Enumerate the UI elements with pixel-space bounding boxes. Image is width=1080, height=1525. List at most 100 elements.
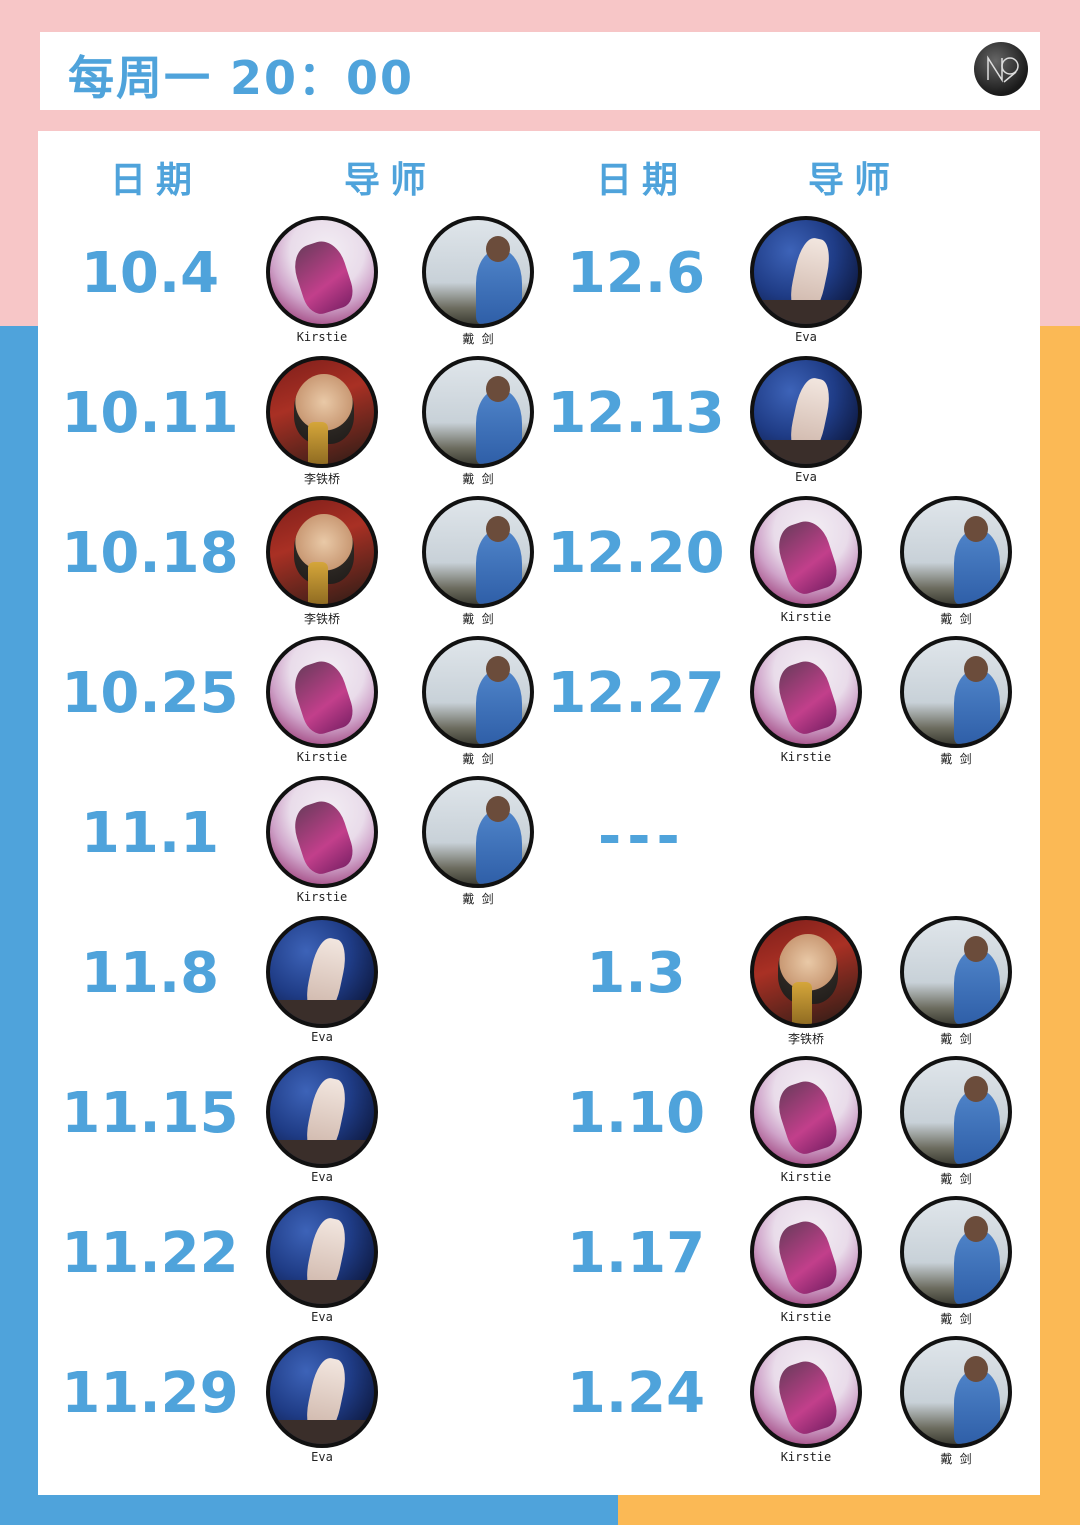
schedule-date-left: 10.18: [61, 521, 239, 586]
mentor-photo-detail: [308, 422, 328, 464]
bottom-orange-band: [618, 1495, 1080, 1525]
mentor-photo-detail: [964, 1216, 988, 1242]
mentor-photo-detail: [964, 1076, 988, 1102]
mentor-photo-detail: [308, 562, 328, 604]
mentor-avatar-eva: [750, 216, 862, 328]
mentor-avatar-eva: [266, 1336, 378, 1448]
mentor-avatar-kirstie: [750, 1056, 862, 1168]
schedule-date-left: 11.15: [61, 1081, 239, 1146]
mentor-avatar-dai-jian: [422, 636, 534, 748]
mentor-avatar-li-tieqiao: [266, 496, 378, 608]
mentor-name-label: 戴 剑: [940, 612, 972, 626]
mentor-photo-figure: [288, 795, 358, 879]
mentor-avatar-li-tieqiao: [750, 916, 862, 1028]
schedule-date-right: 1.10: [566, 1081, 706, 1146]
mentor-name-label: 戴 剑: [462, 752, 494, 766]
mentor-photo-detail: [486, 376, 510, 402]
mentor-name-label: Eva: [795, 330, 817, 344]
mentor-avatar-eva: [266, 916, 378, 1028]
mentor-avatar-dai-jian: [422, 496, 534, 608]
left-blue-band: [0, 326, 40, 1525]
mentor-name-label: Eva: [311, 1170, 333, 1184]
schedule-panel: 日期 导师 日期 导师 10.4 Kirstie 戴 剑 10.11 李铁桥戴 剑 10.…: [38, 131, 1040, 1495]
mentor-name-label: Kirstie: [780, 1310, 832, 1324]
schedule-date-left: 11.22: [61, 1221, 239, 1286]
mentor-photo-figure: [772, 1075, 842, 1159]
mentor-avatar-kirstie: [266, 216, 378, 328]
mentor-name-label: Kirstie: [780, 1170, 832, 1184]
mentor-avatar-eva: [750, 356, 862, 468]
schedule-date-right: 12.27: [547, 661, 725, 726]
mentor-photo-detail: [792, 982, 812, 1024]
mentor-name-label: Kirstie: [296, 330, 348, 344]
mentor-avatar-dai-jian: [900, 916, 1012, 1028]
header-bar: 每周一 20：00: [40, 32, 1040, 110]
mentor-photo-figure: [772, 515, 842, 599]
mentor-avatar-kirstie: [266, 776, 378, 888]
mentor-avatar-dai-jian: [900, 1196, 1012, 1308]
mentor-name-label: 戴 剑: [940, 1172, 972, 1186]
mentor-photo-detail: [964, 936, 988, 962]
bottom-blue-band: [0, 1495, 618, 1525]
mentor-avatar-dai-jian: [900, 496, 1012, 608]
mentor-name-label: Eva: [795, 470, 817, 484]
mentor-name-label: 戴 剑: [462, 612, 494, 626]
schedule-date-right: 12.6: [566, 241, 706, 306]
schedule-date-right: 1.3: [586, 941, 686, 1006]
mentor-avatar-eva: [266, 1056, 378, 1168]
mentor-column-header-right: 导师: [808, 160, 901, 201]
schedule-date-right: ---: [598, 804, 686, 869]
mentor-avatar-kirstie: [750, 496, 862, 608]
schedule-date-left: 11.1: [80, 801, 220, 866]
mentor-name-label: 戴 剑: [940, 752, 972, 766]
mentor-avatar-eva: [266, 1196, 378, 1308]
mentor-name-label: Kirstie: [296, 890, 348, 904]
schedule-date-right: 12.20: [547, 521, 725, 586]
mentor-avatar-kirstie: [266, 636, 378, 748]
mentor-photo-detail: [754, 300, 858, 324]
mentor-name-label: 戴 剑: [940, 1452, 972, 1466]
mentor-photo-figure: [772, 1215, 842, 1299]
mentor-name-label: Eva: [311, 1450, 333, 1464]
mentor-avatar-dai-jian: [422, 776, 534, 888]
mentor-name-label: Eva: [311, 1310, 333, 1324]
page-title: 每周一 20：00: [68, 51, 415, 105]
mentor-name-label: 戴 剑: [462, 332, 494, 346]
mentor-photo-detail: [486, 516, 510, 542]
schedule-date-left: 10.11: [61, 381, 239, 446]
mentor-name-label: Kirstie: [780, 750, 832, 764]
mentor-photo-detail: [270, 1280, 374, 1304]
mentor-avatar-dai-jian: [900, 1056, 1012, 1168]
mentor-name-label: 戴 剑: [462, 892, 494, 906]
mentor-photo-detail: [486, 236, 510, 262]
mentor-photo-detail: [964, 1356, 988, 1382]
mentor-photo-figure: [288, 235, 358, 319]
mentor-name-label: 李铁桥: [303, 472, 340, 486]
mentor-photo-detail: [964, 516, 988, 542]
mentor-name-label: Kirstie: [780, 610, 832, 624]
mentor-photo-detail: [270, 1420, 374, 1444]
mentor-photo-detail: [486, 656, 510, 682]
nz-logo-icon: [974, 42, 1028, 96]
mentor-name-label: 李铁桥: [303, 612, 340, 626]
mentor-photo-figure: [772, 1355, 842, 1439]
mentor-name-label: 戴 剑: [462, 472, 494, 486]
schedule-date-left: 10.4: [80, 241, 220, 306]
mentor-avatar-kirstie: [750, 636, 862, 748]
mentor-name-label: 戴 剑: [940, 1032, 972, 1046]
mentor-photo-figure: [288, 655, 358, 739]
mentor-column-header: 导师: [344, 160, 437, 201]
mentor-avatar-dai-jian: [900, 636, 1012, 748]
mentor-name-label: Kirstie: [780, 1450, 832, 1464]
mentor-avatar-dai-jian: [900, 1336, 1012, 1448]
mentor-photo-detail: [270, 1140, 374, 1164]
mentor-photo-detail: [486, 796, 510, 822]
mentor-name-label: 戴 剑: [940, 1312, 972, 1326]
mentor-avatar-kirstie: [750, 1196, 862, 1308]
mentor-photo-figure: [772, 655, 842, 739]
mentor-name-label: 李铁桥: [787, 1032, 824, 1046]
schedule-date-left: 11.8: [80, 941, 220, 1006]
mentor-name-label: Eva: [311, 1030, 333, 1044]
mentor-avatar-li-tieqiao: [266, 356, 378, 468]
date-column-header-right: 日期: [596, 160, 689, 201]
